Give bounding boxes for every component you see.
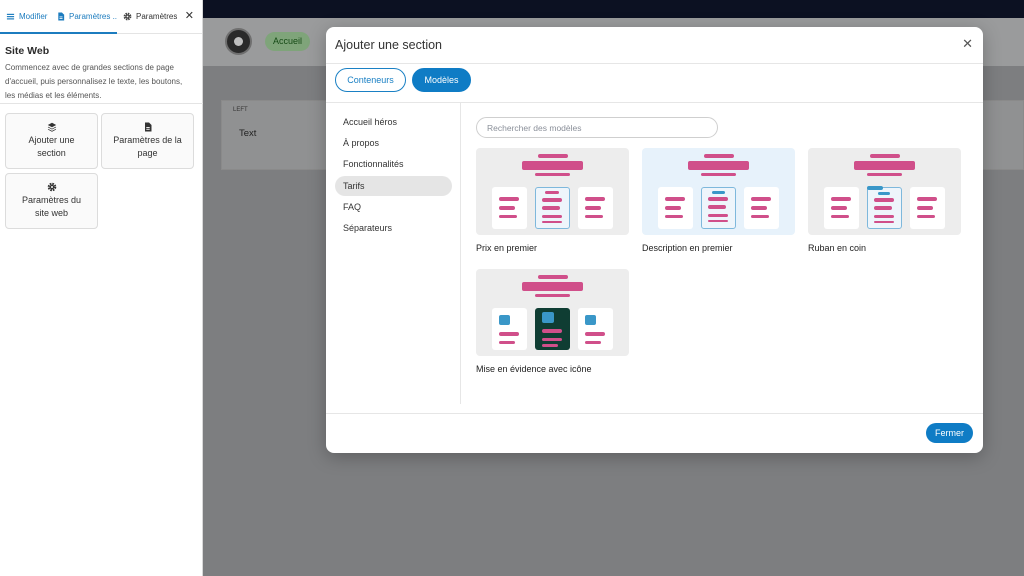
tab-conteneurs[interactable]: Conteneurs [335,68,406,92]
add-section-modal: Ajouter une section ✕ Conteneurs Modèles… [326,27,983,453]
template-thumbnail [642,148,795,235]
gear-icon [47,182,56,192]
template-thumbnail [808,148,961,235]
section-column-label: LEFT [233,107,248,113]
template-search-input[interactable] [476,117,718,138]
category-separateurs[interactable]: Séparateurs [335,218,452,238]
site-settings-button[interactable]: Paramètres du site web [5,173,98,229]
close-panel-button[interactable]: ✕ [185,11,194,22]
card-label: Ajouter une section [28,135,75,158]
tab-modifier[interactable]: Modifier [0,0,51,34]
category-tarifs[interactable]: Tarifs [335,176,452,196]
tab-modeles[interactable]: Modèles [412,68,471,92]
left-panel: Modifier Paramètres ... Paramètres ... ✕… [0,0,203,576]
template-label: Mise en évidence avec icône [476,364,592,374]
close-button[interactable]: Fermer [926,423,973,443]
gear-icon [123,12,132,21]
page-settings-button[interactable]: Paramètres de la page [101,113,194,169]
add-section-button[interactable]: Ajouter une section [5,113,98,169]
tab-label: Paramètres ... [136,12,177,21]
vertical-divider [460,103,461,404]
template-card-description-en-premier[interactable]: Description en premier [642,148,795,253]
modal-title: Ajouter une section [335,38,443,52]
tab-label: Paramètres ... [69,12,117,21]
template-thumbnail [476,269,629,356]
section-text: Text [239,128,257,139]
menu-icon [6,13,15,20]
divider [326,63,983,64]
layers-icon [47,122,56,132]
category-fonctionnalites[interactable]: Fonctionnalités [335,154,452,174]
modal-close-button[interactable]: ✕ [962,37,973,50]
template-card-prix-en-premier[interactable]: Prix en premier [476,148,629,253]
template-card-ruban-en-coin[interactable]: Ruban en coin [808,148,961,253]
tab-site-settings[interactable]: Paramètres ... [117,0,177,34]
panel-tabs: Modifier Paramètres ... Paramètres ... ✕ [0,0,202,34]
preview-topbar [203,0,1024,18]
active-tab-underline [0,32,117,34]
card-label: Paramètres de la page [113,135,182,158]
template-label: Description en premier [642,243,733,253]
divider [0,103,203,104]
tab-label: Modifier [19,12,48,21]
card-label: Paramètres du site web [21,195,82,218]
divider [326,413,983,414]
template-label: Prix en premier [476,243,538,253]
document-icon [144,122,151,132]
document-icon [58,12,65,21]
site-logo [225,28,252,55]
divider [326,102,983,103]
template-label: Ruban en coin [808,243,867,253]
template-thumbnail [476,148,629,235]
nav-link-accueil[interactable]: Accueil [265,32,311,51]
template-card-mise-en-evidence-avec-icone[interactable]: Mise en évidence avec icône [476,269,629,374]
panel-description: Commencez avec de grandes sections de pa… [5,63,183,100]
category-faq[interactable]: FAQ [335,197,452,217]
panel-title: Site Web [5,45,50,57]
tab-page-settings[interactable]: Paramètres ... [51,0,117,34]
category-a-propos[interactable]: À propos [335,133,452,153]
category-accueil-heros[interactable]: Accueil héros [335,112,452,132]
